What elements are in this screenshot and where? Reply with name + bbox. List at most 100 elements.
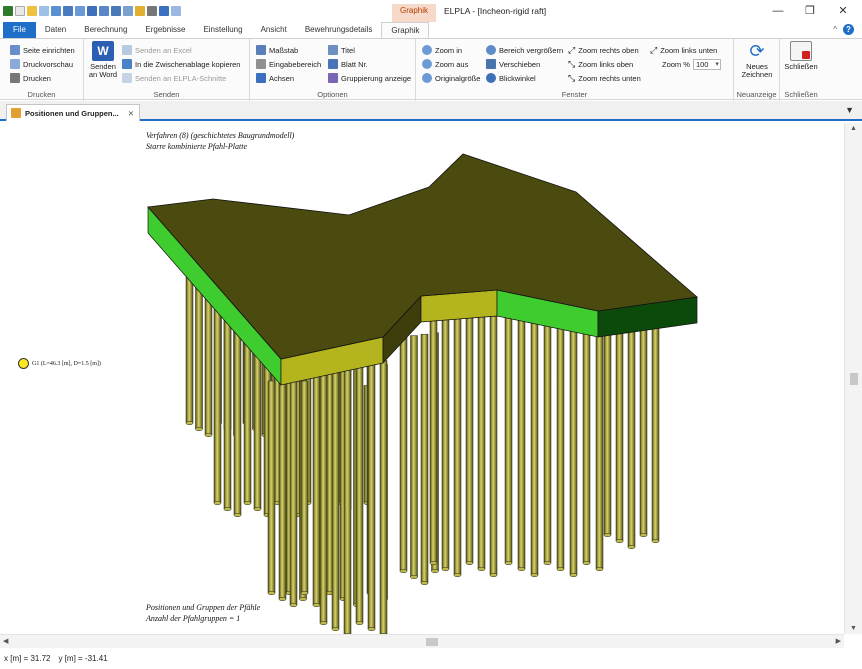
seite-einrichten-button[interactable]: Seite einrichten — [10, 44, 75, 56]
zoom-links-unten-button[interactable]: ⤢ Zoom links unten — [650, 44, 717, 56]
document-tab[interactable]: Positionen und Gruppen... ✕ — [6, 104, 140, 121]
original-size-icon — [422, 73, 432, 83]
scroll-down-icon[interactable]: ▼ — [850, 625, 857, 632]
zoom-rechts-oben-button[interactable]: ⤢ Zoom rechts oben — [568, 44, 639, 56]
edit-icon[interactable] — [135, 6, 145, 16]
gruppierung-button[interactable]: Gruppierung anzeige — [328, 72, 411, 84]
close-window-button[interactable]: ✕ — [829, 2, 857, 20]
pile — [627, 325, 636, 548]
window-title: ELPLA - [Incheon-rigid raft] — [444, 6, 547, 16]
app-icon[interactable] — [3, 6, 13, 16]
eingabebereich-button[interactable]: Eingabebereich — [256, 58, 321, 70]
pile-tip — [299, 596, 307, 602]
help-icon[interactable]: ? — [843, 24, 854, 35]
pile — [651, 323, 660, 542]
context-tab-header: Graphik — [392, 4, 436, 22]
pile — [569, 319, 578, 576]
tab-ansicht[interactable]: Ansicht — [252, 22, 296, 38]
zoom-in-button[interactable]: Zoom in — [422, 44, 462, 56]
tab-einstellung[interactable]: Einstellung — [194, 22, 251, 38]
quick-access-toolbar — [0, 6, 181, 16]
pile-tip — [429, 560, 438, 566]
pile-tip — [556, 566, 565, 572]
group-neuanzeige: ⟳ Neues Zeichnen Neuanzeige — [734, 39, 780, 101]
undo-icon[interactable] — [159, 6, 169, 16]
group-schliessen: Schließen Schließen — [780, 39, 822, 101]
verschieben-button[interactable]: Verschieben — [486, 58, 540, 70]
table-icon[interactable] — [99, 6, 109, 16]
clipboard-button[interactable]: In die Zwischenablage kopieren — [122, 58, 240, 70]
tab-overflow-icon[interactable]: ▼ — [845, 105, 854, 115]
pile-tip — [367, 626, 376, 632]
neues-zeichnen-button[interactable]: ⟳ Neues Zeichnen — [737, 41, 777, 79]
scale-icon — [256, 45, 266, 55]
pile-tip — [615, 538, 624, 544]
tab-berechnung[interactable]: Berechnung — [75, 22, 136, 38]
scroll-left-icon[interactable]: ◀ — [3, 637, 8, 645]
view-icon[interactable] — [123, 6, 133, 16]
achsen-button[interactable]: Achsen — [256, 72, 294, 84]
druckvorschau-button[interactable]: Druckvorschau — [10, 58, 73, 70]
pile — [289, 380, 298, 606]
scroll-up-icon[interactable]: ▲ — [850, 125, 857, 132]
pile-tip — [453, 572, 462, 578]
titel-button[interactable]: Titel — [328, 44, 355, 56]
pile-tip — [543, 560, 552, 566]
pile-tip — [399, 568, 408, 574]
minimize-button[interactable]: — — [764, 2, 792, 20]
collapse-ribbon-icon[interactable]: ^ — [833, 25, 837, 34]
copy-icon[interactable] — [39, 6, 49, 16]
pile — [267, 380, 276, 594]
pile — [399, 336, 408, 572]
pile — [331, 362, 340, 630]
pile-tip — [331, 626, 340, 632]
blickwinkel-button[interactable]: Blickwinkel — [486, 72, 536, 84]
tab-graphik[interactable]: Graphik — [381, 22, 430, 38]
raft-3d-model — [147, 153, 698, 634]
print-icon[interactable] — [147, 6, 157, 16]
tab-ergebnisse[interactable]: Ergebnisse — [136, 22, 194, 38]
zoom-aus-button[interactable]: Zoom aus — [422, 58, 468, 70]
zoom-rechts-unten-button[interactable]: ⤡ Zoom rechts unten — [568, 72, 641, 84]
blatt-nr-button[interactable]: Blatt Nr. — [328, 58, 368, 70]
horizontal-scroll-thumb[interactable] — [426, 638, 438, 646]
data-icon[interactable] — [51, 6, 61, 16]
drucken-button[interactable]: Drucken — [10, 72, 51, 84]
restore-button[interactable]: ❐ — [796, 2, 824, 20]
senden-an-schnitte-button[interactable]: Senden an ELPLA-Schnitte — [122, 72, 226, 84]
bereich-vergroessern-button[interactable]: Bereich vergrößern — [486, 44, 563, 56]
calc-icon[interactable] — [63, 6, 73, 16]
pile-tip — [233, 512, 242, 518]
print-preview-icon — [10, 59, 20, 69]
tab-file[interactable]: File — [3, 22, 36, 38]
pile — [453, 312, 462, 576]
pile — [639, 324, 648, 536]
massstab-button[interactable]: Maßstab — [256, 44, 298, 56]
vertical-scroll-thumb[interactable] — [850, 373, 858, 385]
pile-tip — [243, 500, 252, 506]
pile — [429, 312, 438, 564]
zoom-percent-select[interactable]: 100 — [692, 58, 721, 70]
chart-icon[interactable] — [87, 6, 97, 16]
grid-icon[interactable] — [75, 6, 85, 16]
open-folder-icon[interactable] — [27, 6, 37, 16]
tab-bewehrungsdetails[interactable]: Bewehrungsdetails — [296, 22, 382, 38]
schliessen-button[interactable]: Schließen — [782, 41, 820, 71]
graphics-canvas[interactable]: Verfahren (8) (geschichtetes Baugrundmod… — [0, 123, 844, 634]
scroll-right-icon[interactable]: ▶ — [836, 637, 841, 645]
originalgroesse-button[interactable]: Originalgröße — [422, 72, 480, 84]
redo-icon[interactable] — [171, 6, 181, 16]
pile-tip — [639, 532, 648, 538]
senden-an-excel-button[interactable]: Senden an Excel — [122, 44, 192, 56]
senden-an-word-button[interactable]: W Senden an Word — [87, 41, 119, 79]
grouping-icon — [328, 73, 338, 83]
pile-tip — [420, 580, 429, 586]
tab-daten[interactable]: Daten — [36, 22, 75, 38]
save-icon[interactable] — [111, 6, 121, 16]
zoom-links-oben-button[interactable]: ⤡ Zoom links oben — [568, 58, 633, 70]
document-tab-close-icon[interactable]: ✕ — [128, 109, 134, 118]
vertical-scrollbar[interactable]: ▲ ▼ — [844, 123, 862, 634]
new-file-icon[interactable] — [15, 6, 25, 16]
horizontal-scrollbar[interactable]: ◀ ▶ — [0, 634, 844, 648]
group-optionen: Maßstab Eingabebereich Achsen Titel Blat… — [250, 39, 416, 101]
